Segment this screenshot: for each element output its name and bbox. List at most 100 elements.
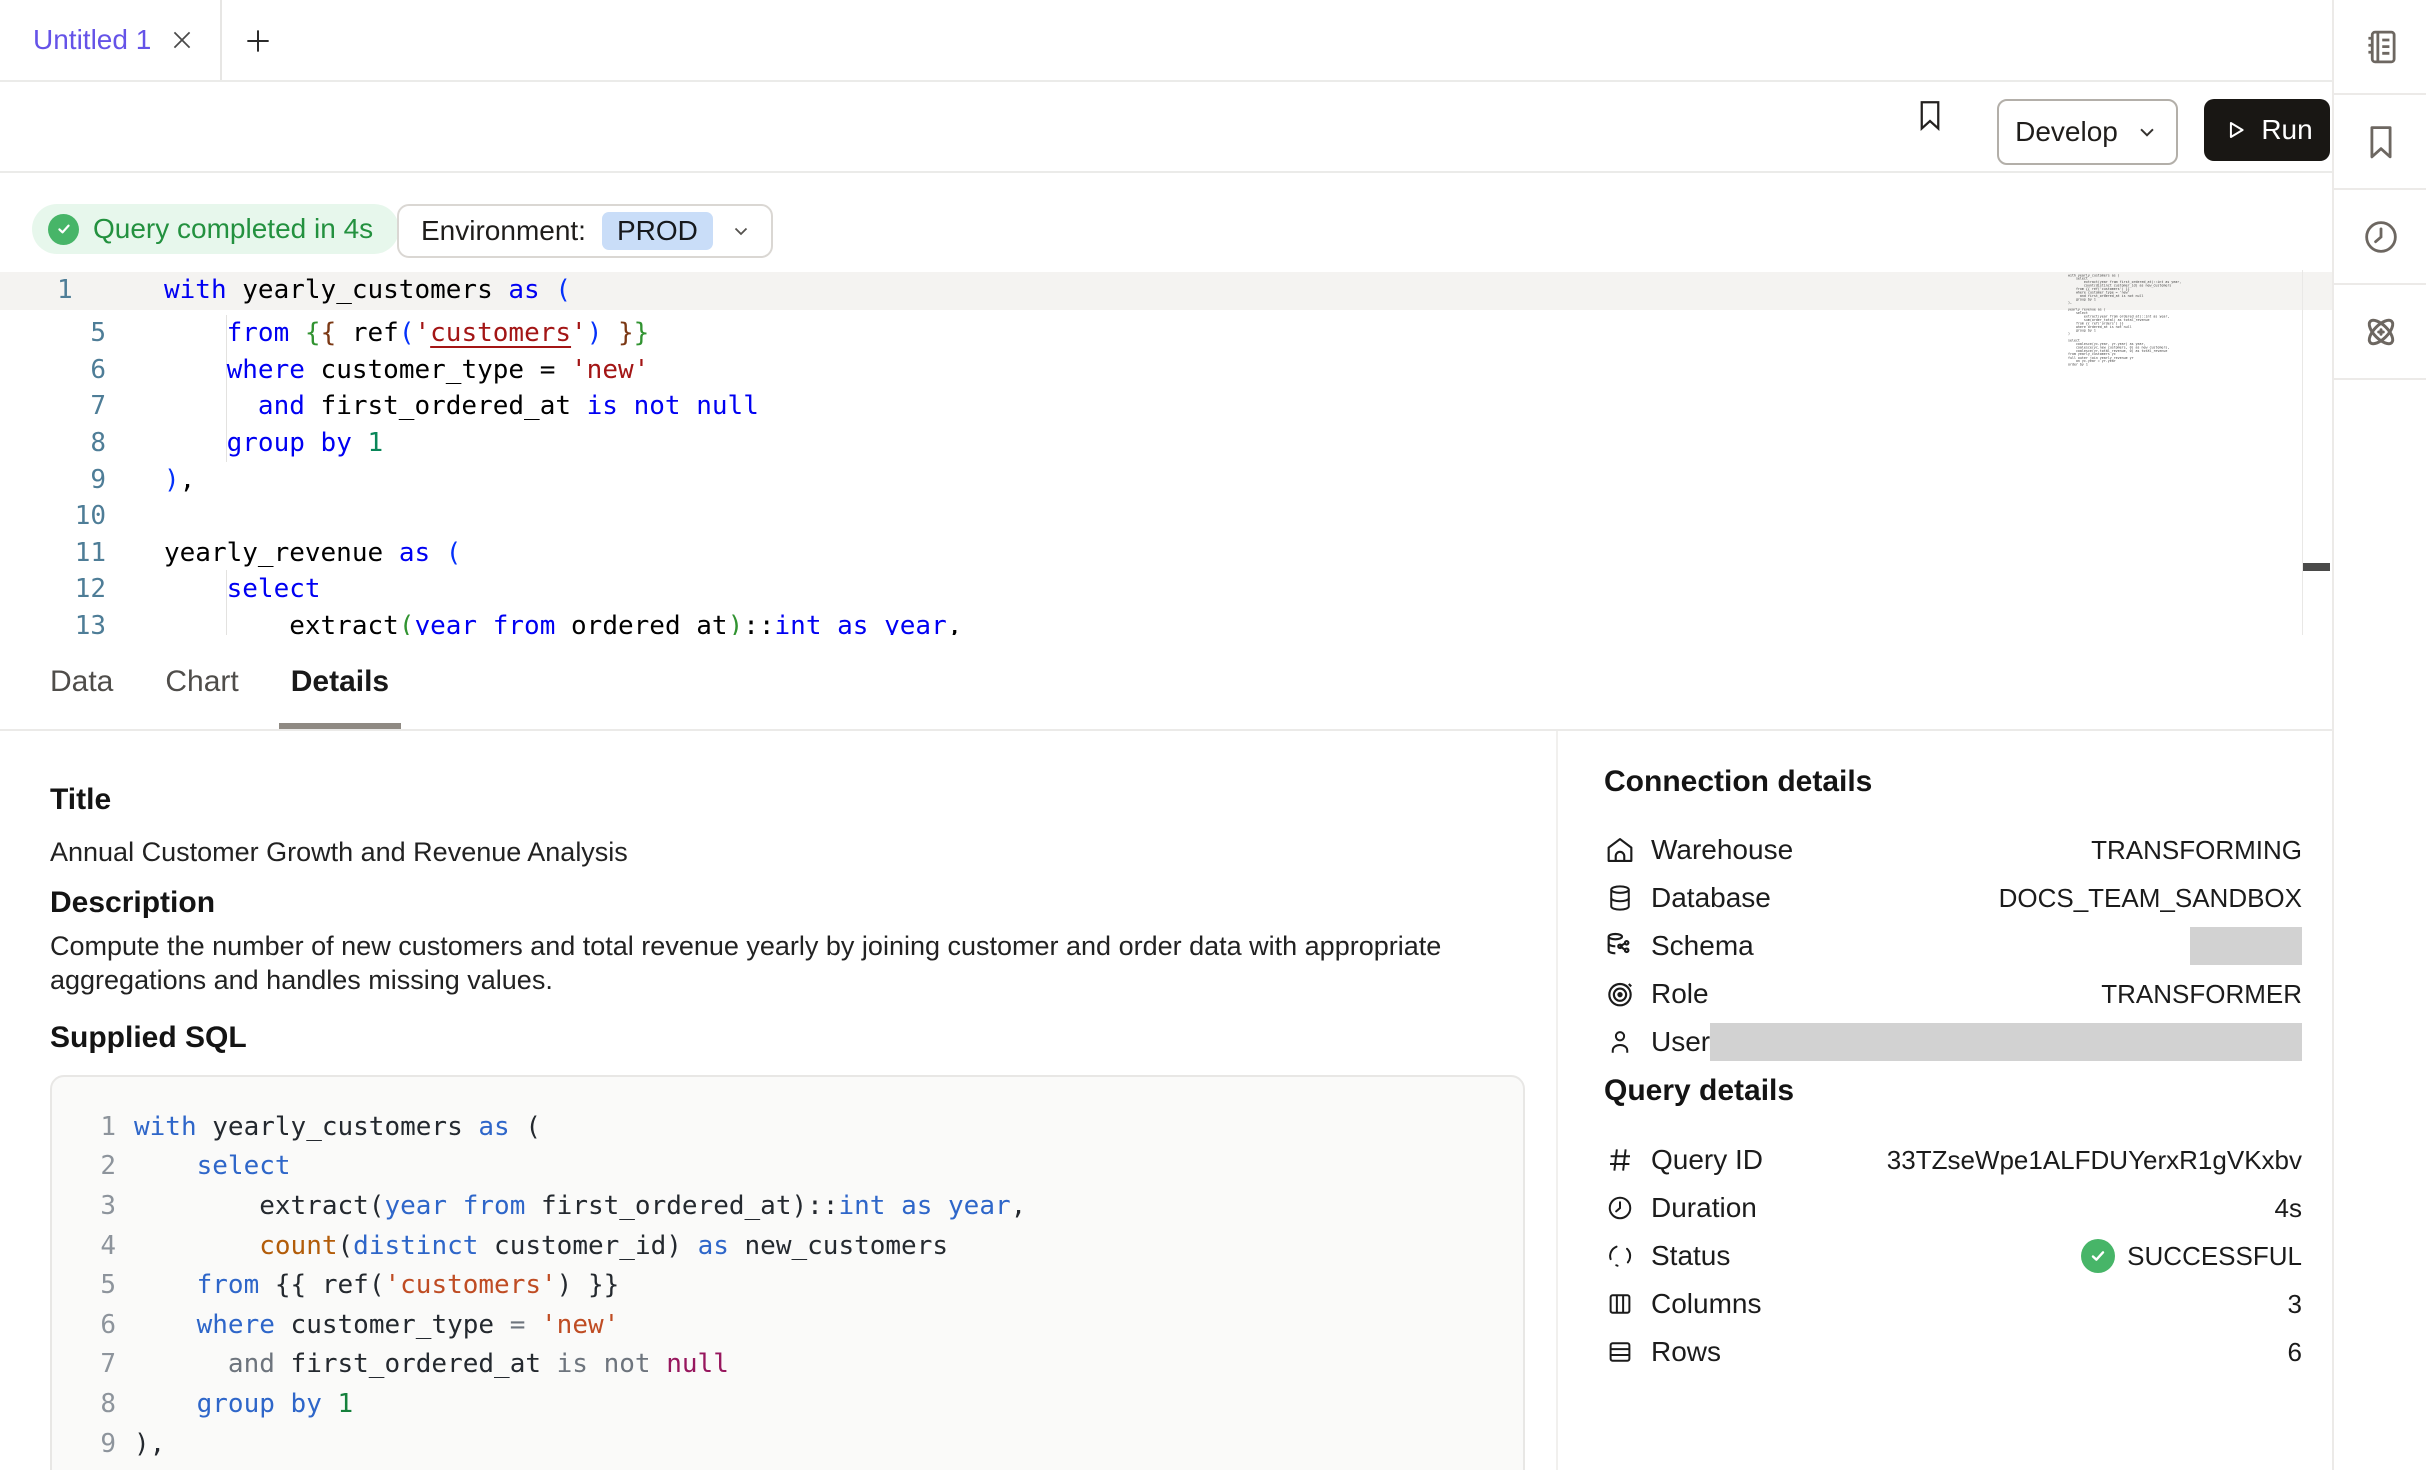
tab-details[interactable]: Details: [279, 635, 401, 729]
user-row: User: [1604, 1018, 2302, 1066]
rows-row: Rows6: [1604, 1328, 2302, 1376]
tab-data[interactable]: Data: [38, 635, 125, 729]
row-value: 3: [2288, 1289, 2302, 1320]
code-text: where customer_type = 'new': [164, 355, 649, 385]
environment-badge: PROD: [602, 212, 713, 250]
code-text: group by 1: [134, 1389, 353, 1419]
code-line: 11 yearly_revenue as (: [0, 535, 2300, 572]
row-label: Database: [1651, 882, 1771, 914]
row-value: DOCS_TEAM_SANDBOX: [1999, 883, 2302, 914]
role-icon: [1604, 978, 1636, 1010]
editor-scrollbar-thumb[interactable]: [2303, 563, 2330, 571]
run-button[interactable]: Run: [2204, 99, 2330, 161]
line-number: 5: [0, 318, 106, 348]
code-line: 13 extract(year from ordered_at)::int as…: [0, 608, 2300, 635]
line-number: 12: [0, 574, 106, 604]
line-number: 9: [52, 1429, 116, 1459]
chevron-down-icon: [2134, 119, 2160, 145]
code-line: 9),: [0, 461, 2300, 498]
code-text: group by 1: [164, 428, 383, 458]
code-text: ),: [164, 465, 195, 495]
line-number: 5: [52, 1270, 116, 1300]
code-text: yearly_revenue as (: [164, 538, 461, 568]
row-value: TRANSFORMER: [2101, 979, 2302, 1010]
close-icon[interactable]: [169, 27, 195, 53]
tab-chart[interactable]: Chart: [153, 635, 250, 729]
row-label: Rows: [1651, 1336, 1721, 1368]
line-number: 10: [0, 501, 106, 531]
develop-label: Develop: [2015, 116, 2118, 148]
sidebar-bookmark-button[interactable]: [2334, 95, 2426, 190]
columns-row: Columns 3: [1604, 1280, 2302, 1328]
database-icon: [1604, 882, 1636, 914]
line-number: 13: [0, 611, 106, 635]
tab-bar: Untitled 1: [0, 0, 2332, 82]
sticky-line-number: 1: [57, 275, 73, 305]
code-line: 6 where customer_type = 'new': [0, 352, 2300, 389]
description-heading: Description: [50, 886, 215, 920]
row-value: TRANSFORMING: [2091, 835, 2302, 866]
row-value: 33TZseWpe1ALFDUYerxR1gVKxbv: [1887, 1145, 2302, 1176]
code-line: 12 select: [0, 571, 2300, 608]
title-heading: Title: [50, 783, 111, 817]
minimap-code: with yearly_customers as ( select extrac…: [2068, 274, 2107, 367]
plus-icon: [242, 25, 274, 57]
tab-label: Untitled 1: [33, 24, 151, 56]
code-text: with yearly_customers as (: [134, 1112, 541, 1142]
code-text: and first_ordered_at is not null: [134, 1349, 729, 1379]
line-number: 7: [0, 391, 106, 421]
sidebar-lineage-button[interactable]: [2334, 285, 2426, 380]
spinner-icon: [1604, 1240, 1636, 1272]
row-label: Columns: [1651, 1288, 1761, 1320]
code-text: count(distinct customer_id) as new_custo…: [134, 1231, 948, 1261]
code-line: 7 and first_ordered_at is not null: [52, 1345, 1523, 1385]
row-label: Duration: [1651, 1192, 1757, 1224]
bookmark-icon[interactable]: [1912, 94, 1948, 136]
row-label: User: [1651, 1026, 1710, 1058]
code-line: 10: [0, 498, 2300, 535]
database-row: Database DOCS_TEAM_SANDBOX: [1604, 874, 2302, 922]
query-status-text: Query completed in 4s: [93, 213, 373, 245]
chevron-down-icon: [729, 219, 753, 243]
new-tab-button[interactable]: [242, 25, 274, 57]
sidebar-history-button[interactable]: [2334, 190, 2426, 285]
duration-row: Duration4s: [1604, 1184, 2302, 1232]
tab-untitled-1[interactable]: Untitled 1: [33, 0, 195, 80]
line-number: 1: [52, 1112, 116, 1142]
code-line: 1 with yearly_customers as (: [52, 1107, 1523, 1147]
code-text: select: [164, 574, 321, 604]
develop-dropdown[interactable]: Develop: [1997, 99, 2178, 165]
warehouse-row: WarehouseTRANSFORMING: [1604, 826, 2302, 874]
code-text: select: [134, 1151, 291, 1181]
row-label: Query ID: [1651, 1144, 1763, 1176]
connection-panel: Connection details WarehouseTRANSFORMING…: [1604, 731, 2330, 1470]
environment-label: Environment:: [421, 215, 586, 247]
code-line: 10: [52, 1463, 1523, 1470]
editor-scrollbar[interactable]: [2302, 270, 2331, 635]
code-line: 4 count(distinct customer_id) as new_cus…: [52, 1226, 1523, 1266]
redacted-value: [2190, 927, 2302, 965]
supplied-sql-lines: 1with yearly_customers as (2 select3 ext…: [52, 1107, 1523, 1470]
code-line: 5 from {{ ref('customers') }}: [0, 315, 2300, 352]
tab-divider: [220, 0, 222, 80]
lineage-icon: [2360, 311, 2402, 353]
code-text: from {{ ref('customers') }}: [134, 1270, 619, 1300]
code-text: from {{ ref('customers') }}: [164, 318, 649, 348]
success-check-icon: [2081, 1239, 2115, 1273]
code-line: 8 group by 1: [0, 425, 2300, 462]
sql-editor[interactable]: 1 with yearly_customers as ( 5 from {{ r…: [0, 270, 2332, 635]
connection-rows: WarehouseTRANSFORMING Database DOCS_TEAM_S…: [1604, 826, 2302, 1066]
line-number: 6: [52, 1310, 116, 1340]
role-row: RoleTRANSFORMER: [1604, 970, 2302, 1018]
sidebar-notebook-button[interactable]: [2334, 0, 2426, 95]
columns-icon: [1604, 1288, 1636, 1320]
code-line: 5 from {{ ref('customers') }}: [52, 1265, 1523, 1305]
line-number: 11: [0, 538, 106, 568]
environment-selector[interactable]: Environment: PROD: [397, 204, 773, 258]
rows-icon: [1604, 1336, 1636, 1368]
schema-icon: [1604, 930, 1636, 962]
check-circle-icon: [48, 214, 79, 245]
description-value: Compute the number of new customers and …: [50, 929, 1458, 997]
code-line: 6 where customer_type = 'new': [52, 1305, 1523, 1345]
minimap[interactable]: with yearly_customers as ( select extrac…: [2068, 274, 2186, 390]
